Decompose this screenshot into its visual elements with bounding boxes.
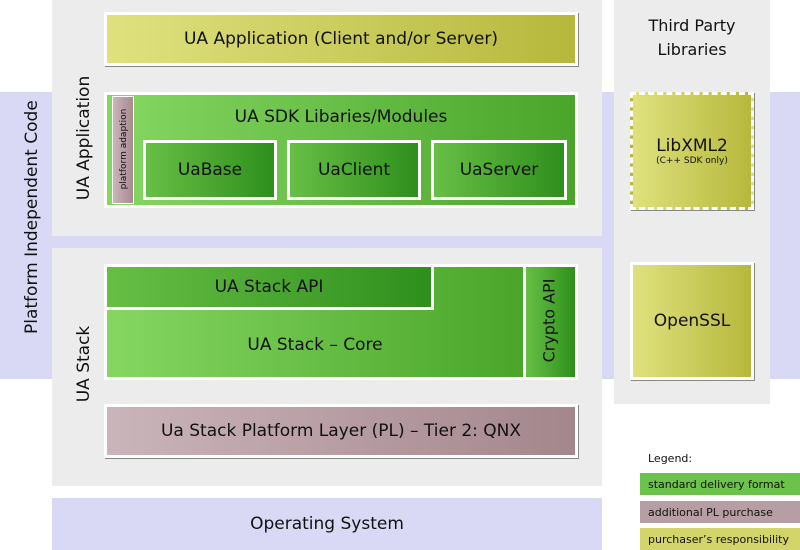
third-party-title-line2: Libraries — [657, 40, 727, 59]
third-party-title: Third Party Libraries — [614, 14, 770, 62]
ua-application-box-label: UA Application (Client and/or Server) — [183, 29, 498, 49]
legend-additional-pl: additional PL purchase — [640, 501, 800, 523]
crypto-api-box: Crypto API — [523, 264, 578, 380]
openssl-label: OpenSSL — [653, 311, 731, 331]
libxml2-box: LibXML2 (C++ SDK only) — [630, 92, 754, 210]
operating-system-label: Operating System — [250, 514, 404, 534]
legend-title: Legend: — [648, 452, 693, 465]
ua-application-label: UA Application — [74, 75, 94, 201]
module-uaserver: UaServer — [431, 140, 567, 200]
libxml2-note: (C++ SDK only) — [656, 156, 728, 166]
module-uaclient: UaClient — [287, 140, 421, 200]
ua-stack-core-label: UA Stack – Core — [247, 335, 383, 355]
module-uabase: UaBase — [143, 140, 277, 200]
platform-adaption-label: platform adaption — [119, 108, 129, 190]
module-uabase-label: UaBase — [177, 160, 243, 180]
ua-application-box: UA Application (Client and/or Server) — [104, 12, 578, 66]
platform-layer-box: Ua Stack Platform Layer (PL) – Tier 2: Q… — [104, 404, 578, 458]
ua-stack-api-label: UA Stack API — [214, 277, 324, 297]
operating-system-bar: Operating System — [52, 498, 602, 550]
crypto-api-label: Crypto API — [539, 278, 559, 363]
third-party-title-line1: Third Party — [648, 16, 736, 35]
platform-layer-label: Ua Stack Platform Layer (PL) – Tier 2: Q… — [160, 421, 522, 441]
sdk-title: UA SDK Libaries/Modules — [234, 107, 448, 127]
platform-adaption-strip: platform adaption — [112, 96, 134, 204]
legend-additional-pl-label: additional PL purchase — [648, 505, 773, 519]
legend-purchaser-responsibility-label: purchaser’s responsibility — [648, 532, 789, 546]
module-uaclient-label: UaClient — [317, 160, 391, 180]
platform-independent-label: Platform Independent Code — [22, 100, 42, 334]
libxml2-label: LibXML2 — [656, 136, 728, 156]
openssl-box: OpenSSL — [630, 262, 754, 380]
module-uaserver-label: UaServer — [459, 160, 539, 180]
ua-stack-api-box: UA Stack API — [104, 264, 434, 310]
ua-stack-label: UA Stack — [74, 325, 94, 403]
legend-purchaser-responsibility: purchaser’s responsibility — [640, 528, 800, 550]
legend-standard-delivery-label: standard delivery format — [648, 477, 785, 491]
legend-standard-delivery: standard delivery format — [640, 473, 800, 495]
